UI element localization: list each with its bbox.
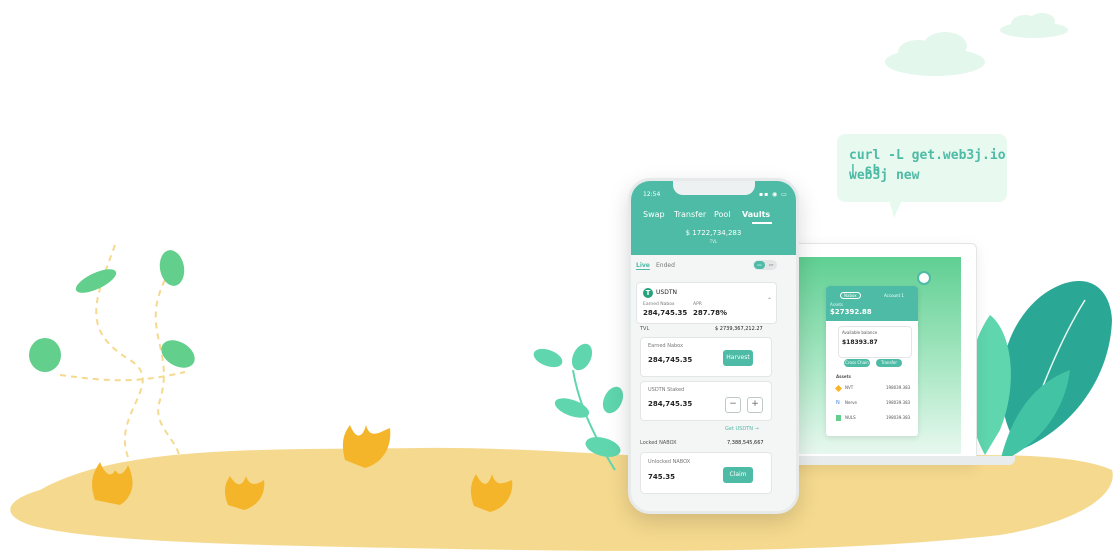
nerve-icon: N — [836, 400, 840, 406]
asset-name: Nerve — [845, 400, 857, 405]
unlocked-label: Unlocked NABOX — [648, 459, 691, 465]
phone-notch — [673, 181, 755, 195]
laptop-base — [790, 456, 1015, 465]
total-tvl-label: TVL — [709, 239, 718, 244]
monstera-plant — [968, 281, 1112, 462]
earned-value: 284,745.35 — [643, 309, 688, 317]
phone-content: Live Ended On Off T USDTN ⌃ Earned Nabox… — [631, 255, 796, 511]
phone-mockup: 12:54 ▪▪ ◉ ▭ Swap Transfer Pool Vaults $… — [628, 178, 799, 514]
asset-value: 198039.383 — [886, 385, 911, 390]
app-logo-icon — [917, 271, 931, 285]
apr-label: APR — [693, 302, 702, 307]
earned-label: Earned Nabox — [643, 302, 675, 307]
claim-button[interactable]: Claim — [723, 467, 753, 483]
dashed-stem — [59, 371, 186, 382]
nabox-badge[interactable]: Nabox — [840, 292, 861, 299]
pool-token-name: USDTN — [656, 289, 677, 296]
nuls-icon — [836, 415, 841, 421]
toggle-on: On — [754, 261, 765, 269]
staked-card: USDTN Staked 284,745.35 − + — [640, 381, 772, 421]
staked-label: USDTN Staked — [648, 387, 685, 393]
wallet-header: Nabox Account 1 Assets $27392.88 — [826, 286, 918, 321]
filter-live[interactable]: Live — [636, 262, 650, 270]
filter-ended[interactable]: Ended — [656, 262, 675, 269]
tab-transfer[interactable]: Transfer — [674, 210, 706, 219]
tab-vaults[interactable]: Vaults — [742, 210, 770, 219]
tab-pool[interactable]: Pool — [714, 210, 731, 219]
cloud-icon — [1000, 13, 1068, 38]
cross-chain-button[interactable]: Cross Chain — [844, 359, 870, 367]
apr-value: 287.78% — [693, 309, 728, 317]
laptop-mockup: Nabox Account 1 Assets $27392.88 Availab… — [770, 243, 977, 465]
bubble-tail — [888, 196, 904, 218]
transfer-button[interactable]: Transfer — [876, 359, 902, 367]
available-value: $18393.87 — [842, 339, 878, 346]
asset-name: NULS — [845, 415, 856, 420]
unstake-minus-button[interactable]: − — [725, 397, 741, 413]
stake-plus-button[interactable]: + — [747, 397, 763, 413]
leaf-icon — [29, 338, 61, 372]
wallet-panel: Nabox Account 1 Assets $27392.88 Availab… — [826, 286, 918, 436]
tvl-value: $ 2739,367,212.27 — [715, 326, 763, 332]
status-time: 12:54 — [643, 191, 661, 198]
earned-card-label: Earned Nabox — [648, 343, 684, 349]
asset-row[interactable]: NVT 198039.383 — [834, 384, 914, 394]
leaf-icon — [159, 250, 185, 286]
nvt-icon — [834, 384, 843, 393]
assets-title: Assets — [836, 374, 851, 379]
earned-card: Earned Nabox 284,745.35 Harvest — [640, 337, 772, 377]
balance-label: Assets — [830, 302, 844, 307]
usdt-icon: T — [643, 288, 653, 298]
locked-label: Locked NABOX — [640, 440, 677, 446]
new-project-command: web3j new — [849, 168, 920, 183]
total-tvl-value: $ 1722,734,283 — [685, 229, 742, 237]
branch-plant — [533, 343, 624, 471]
tvl-label: TVL — [640, 326, 650, 332]
active-tab-indicator — [752, 222, 772, 224]
get-usdtn-link[interactable]: Get USDTN → — [725, 426, 759, 432]
earned-card-value: 284,745.35 — [648, 356, 693, 364]
asset-value: 198039.383 — [886, 415, 911, 420]
account-name[interactable]: Account 1 — [884, 293, 904, 298]
asset-row[interactable]: N Nerve 198039.383 — [836, 399, 914, 409]
cloud-icon — [885, 32, 985, 76]
chevron-down-icon[interactable]: ⌃ — [767, 297, 772, 304]
asset-row[interactable]: NULS 198039.383 — [836, 414, 914, 424]
unlocked-value: 745.35 — [648, 473, 676, 481]
available-label: Available balance — [842, 330, 878, 335]
harvest-button[interactable]: Harvest — [723, 350, 753, 366]
leaf-icon — [75, 269, 117, 293]
tab-swap[interactable]: Swap — [643, 210, 665, 219]
available-balance-card: Available balance $18393.87 — [838, 326, 912, 358]
staked-value: 284,745.35 — [648, 400, 693, 408]
asset-name: NVT — [845, 385, 854, 390]
dashed-stem — [154, 279, 182, 471]
asset-value: 198039.383 — [886, 400, 911, 405]
unlocked-card: Unlocked NABOX 745.35 Claim — [640, 452, 772, 494]
toggle-off: Off — [768, 263, 774, 267]
status-icons: ▪▪ ◉ ▭ — [759, 191, 788, 198]
locked-value: 7,388,545,667 — [727, 440, 764, 446]
command-bubble: curl -L get.web3j.io | sh web3j new — [837, 134, 1007, 202]
total-balance: $27392.88 — [830, 308, 872, 316]
pool-summary-card[interactable]: T USDTN ⌃ Earned Nabox 284,745.35 APR 28… — [636, 282, 777, 324]
view-toggle[interactable]: On Off — [753, 260, 777, 270]
